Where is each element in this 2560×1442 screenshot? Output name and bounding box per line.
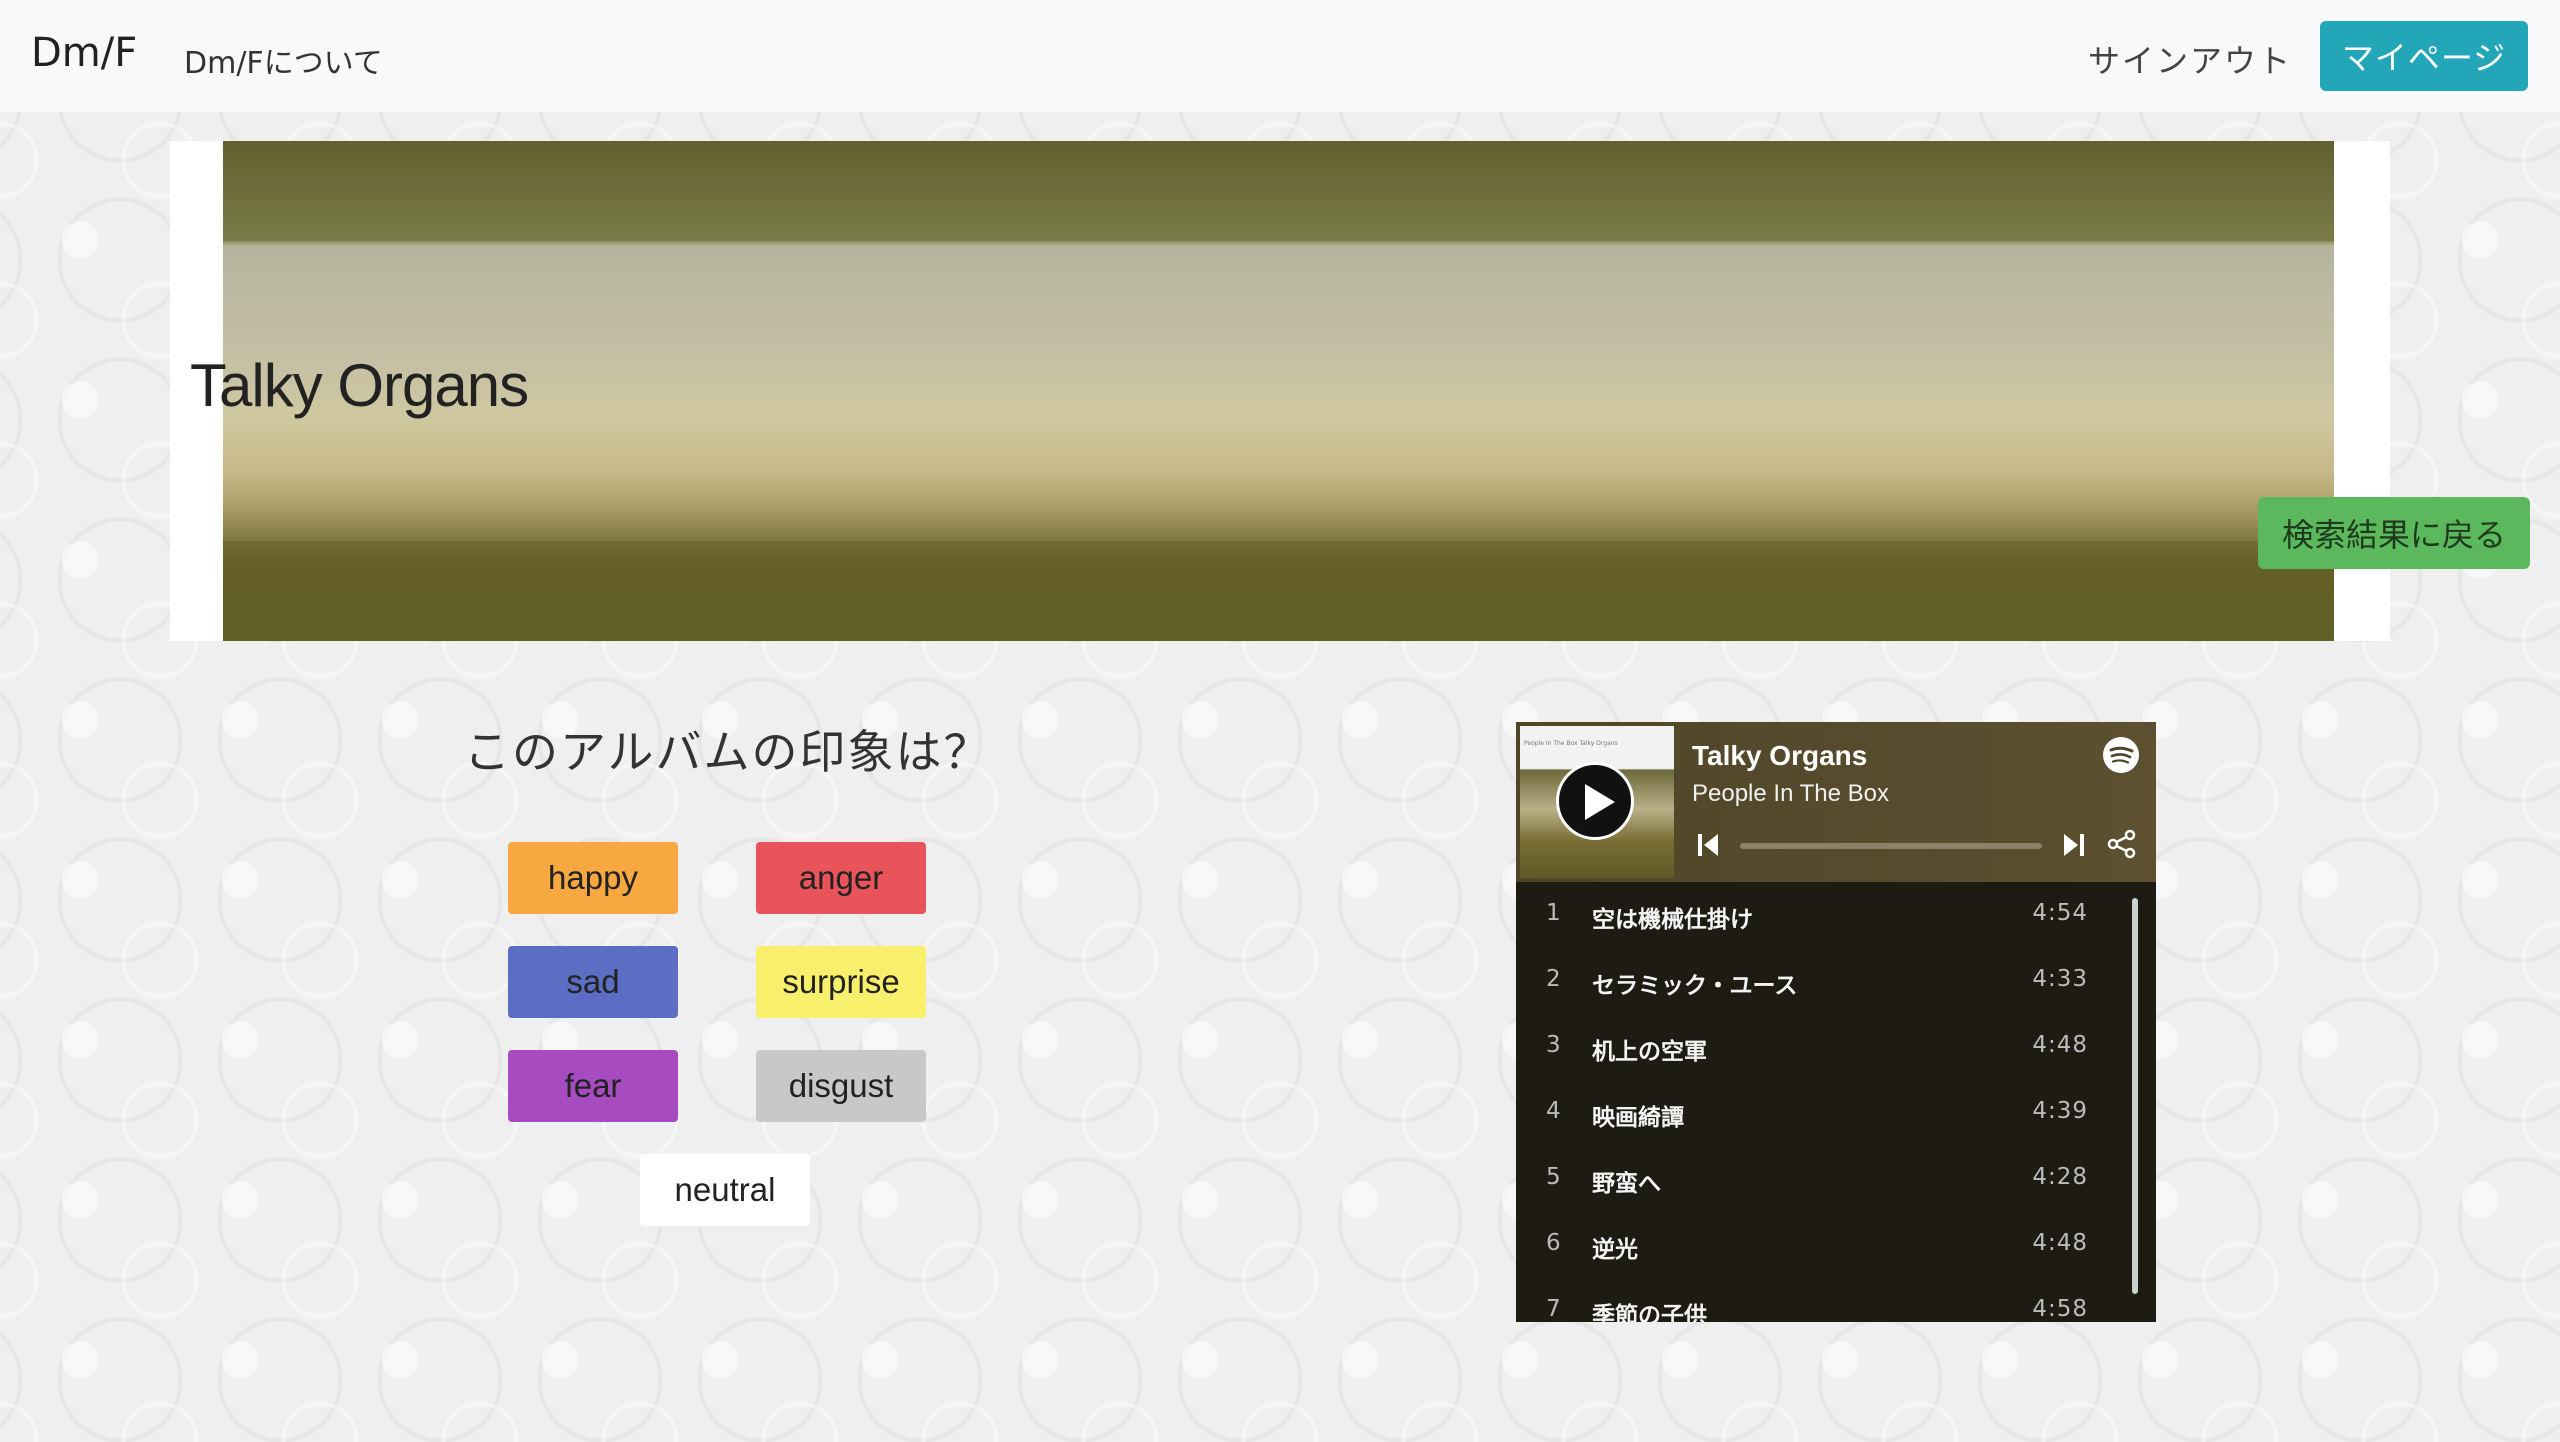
track-number: 4: [1546, 1098, 1561, 1124]
emotion-sad-button[interactable]: sad: [508, 946, 678, 1018]
track-name: 映画綺譚: [1592, 1105, 1684, 1131]
track-number: 7: [1546, 1296, 1561, 1322]
track-duration: 4:33: [2032, 966, 2088, 992]
track-row[interactable]: 3 机上の空軍 4:48: [1516, 1014, 2116, 1080]
track-duration: 4:28: [2032, 1164, 2088, 1190]
progress-bar[interactable]: [1740, 843, 2042, 849]
track-duration: 4:48: [2032, 1032, 2088, 1058]
track-row[interactable]: 6 逆光 4:48: [1516, 1212, 2116, 1278]
emotion-anger-button[interactable]: anger: [756, 842, 926, 914]
track-name: 季節の子供: [1592, 1303, 1707, 1322]
mypage-button[interactable]: マイページ: [2320, 21, 2528, 91]
track-number: 5: [1546, 1164, 1561, 1190]
track-name: 空は機械仕掛け: [1592, 907, 1753, 933]
impression-question: このアルバムの印象は？: [464, 725, 992, 779]
track-name: 野蛮へ: [1592, 1171, 1661, 1197]
spotify-embed-player: People In The Box Talky Organs Talky Org…: [1516, 722, 2156, 1322]
back-to-results-button[interactable]: 検索結果に戻る: [2258, 497, 2530, 569]
share-icon[interactable]: [2106, 828, 2138, 860]
emotion-neutral-button[interactable]: neutral: [640, 1154, 810, 1226]
track-number: 2: [1546, 966, 1561, 992]
album-title: Talky Organs: [190, 352, 529, 419]
track-row[interactable]: 1 空は機械仕掛け 4:54: [1516, 882, 2116, 948]
track-row[interactable]: 4 映画綺譚 4:39: [1516, 1080, 2116, 1146]
player-header: People In The Box Talky Organs Talky Org…: [1516, 722, 2156, 882]
track-row[interactable]: 2 セラミック・ユース 4:33: [1516, 948, 2116, 1014]
track-name: 逆光: [1592, 1237, 1638, 1263]
play-icon: [1585, 784, 1615, 820]
signout-link[interactable]: サインアウト: [2088, 36, 2292, 82]
emotion-happy-button[interactable]: happy: [508, 842, 678, 914]
album-hero: Talky Organs 検索結果に戻る: [170, 141, 2530, 641]
player-artist-name[interactable]: People In The Box: [1692, 780, 1889, 808]
cover-caption: People In The Box Talky Organs: [1524, 740, 1618, 747]
track-row[interactable]: 5 野蛮へ 4:28: [1516, 1146, 2116, 1212]
track-duration: 4:58: [2032, 1296, 2088, 1322]
spotify-icon[interactable]: [2102, 736, 2140, 774]
track-number: 3: [1546, 1032, 1561, 1058]
track-name: セラミック・ユース: [1592, 973, 1798, 999]
next-track-icon[interactable]: [2062, 832, 2086, 858]
about-link[interactable]: Dm/Fについて: [184, 38, 383, 82]
artwork-shade-top: [223, 141, 2334, 241]
emotion-disgust-button[interactable]: disgust: [756, 1050, 926, 1122]
track-duration: 4:39: [2032, 1098, 2088, 1124]
previous-track-icon[interactable]: [1696, 832, 1720, 858]
track-number: 6: [1546, 1230, 1561, 1256]
track-duration: 4:54: [2032, 900, 2088, 926]
play-button[interactable]: [1556, 762, 1634, 840]
artwork-shade-bottom: [223, 541, 2334, 641]
track-number: 1: [1546, 900, 1561, 926]
track-name: 机上の空軍: [1592, 1039, 1707, 1065]
navbar: Dm/F Dm/Fについて サインアウト マイページ: [0, 0, 2560, 112]
track-duration: 4:48: [2032, 1230, 2088, 1256]
track-row[interactable]: 7 季節の子供 4:58: [1516, 1278, 2116, 1322]
player-album-title[interactable]: Talky Organs: [1692, 740, 1867, 772]
emotion-fear-button[interactable]: fear: [508, 1050, 678, 1122]
tracklist-scrollbar[interactable]: [2132, 898, 2138, 1294]
brand-link[interactable]: Dm/F: [31, 30, 137, 76]
emotion-surprise-button[interactable]: surprise: [756, 946, 926, 1018]
